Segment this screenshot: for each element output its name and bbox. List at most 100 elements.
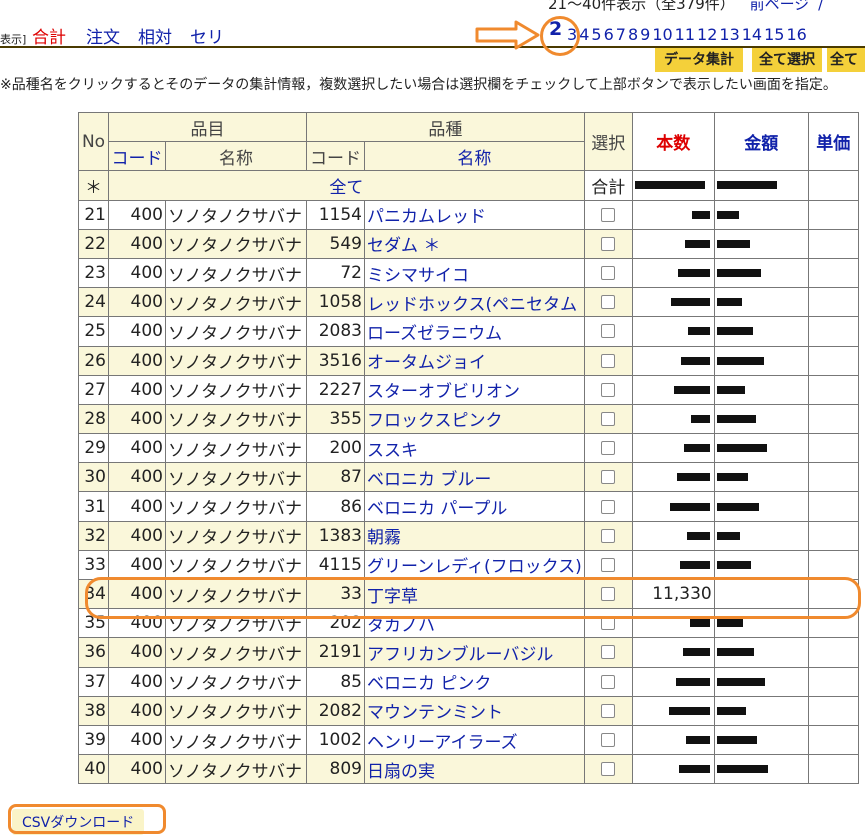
qty-cell (631, 724, 715, 756)
variety-name-link[interactable]: 日扇の実 (364, 754, 585, 785)
variety-name-link[interactable]: ベロニカ ピンク (364, 666, 585, 697)
select-cell (583, 491, 633, 522)
variety-name-link[interactable]: グリーンレディ(フロックス) (364, 549, 585, 581)
item-name-header: 名称 (165, 141, 307, 172)
redacted-block (716, 736, 757, 745)
data-aggregate-button[interactable]: データ集計 (655, 48, 743, 72)
page-link-4[interactable]: 4 (579, 25, 589, 44)
all-row: ＊ 全て 合計 (78, 170, 859, 201)
variety-name-link[interactable]: マウンテンミント (364, 695, 585, 726)
variety-name-link[interactable]: オータムジョイ (364, 345, 585, 376)
item-name: ソノタノクサバナ (165, 462, 307, 493)
page-link-13[interactable]: 13 (719, 25, 739, 44)
mode-total-link[interactable]: 合計 (32, 23, 66, 48)
select-checkbox[interactable] (601, 557, 616, 572)
variety-name-link[interactable]: セダム ＊ (364, 228, 585, 259)
variety-name-link[interactable]: ススキ (364, 433, 585, 464)
page-link-11[interactable]: 11 (675, 25, 695, 44)
variety-name-link[interactable]: ベロニカ パープル (364, 491, 585, 522)
item-code: 400 (108, 549, 166, 581)
select-checkbox[interactable] (601, 645, 616, 660)
col-amount-header[interactable]: 金額 (713, 111, 809, 172)
display-mode-bar: 表示] 合計 注文 相対 セリ 2 3 4 5 6 7 8 9 10 11 12 13 14 15 16 (0, 18, 865, 48)
amount-cell (713, 637, 809, 668)
select-checkbox[interactable] (601, 295, 616, 310)
variety-code: 1058 (306, 287, 365, 318)
amount-cell (713, 549, 809, 581)
mode-order-link[interactable]: 注文 (86, 23, 120, 48)
variety-name-link[interactable]: アフリカンブルーバジル (364, 637, 585, 668)
variety-code: 2082 (306, 695, 365, 726)
amount-cell (713, 374, 809, 405)
variety-name-link[interactable]: ローズゼラニウム (364, 316, 585, 347)
select-checkbox[interactable] (601, 470, 616, 485)
item-code: 400 (108, 199, 166, 230)
row-no: 27 (78, 374, 109, 405)
redacted-block (716, 385, 745, 394)
select-checkbox[interactable] (601, 441, 616, 456)
prev-page-link[interactable]: 前ページ (750, 0, 810, 13)
table-row: 28 400 ソノタノクサバナ 355 フロックスピンク (78, 403, 859, 435)
select-cell (583, 520, 633, 551)
select-checkbox[interactable] (601, 207, 616, 222)
amount-cell (713, 287, 809, 318)
item-code-header[interactable]: コード (108, 141, 166, 172)
page-link-5[interactable]: 5 (591, 25, 601, 44)
range-text: 21～40件表示（全379件） (548, 0, 735, 13)
select-checkbox[interactable] (601, 353, 616, 368)
redacted-block (680, 356, 710, 365)
mode-auction-link[interactable]: セリ (190, 23, 224, 48)
unit-price-cell (807, 199, 859, 230)
page-link-12[interactable]: 12 (697, 25, 717, 44)
variety-name-header[interactable]: 名称 (364, 141, 585, 172)
variety-name-link[interactable]: ミシマサイコ (364, 257, 585, 289)
select-checkbox[interactable] (601, 266, 616, 281)
page-link-6[interactable]: 6 (604, 25, 614, 44)
all-varieties-link[interactable]: 全て (108, 170, 585, 201)
select-checkbox[interactable] (601, 674, 616, 689)
select-checkbox[interactable] (601, 411, 616, 426)
page-link-16[interactable]: 16 (786, 25, 806, 44)
page-link-8[interactable]: 8 (628, 25, 638, 44)
variety-name-link[interactable]: パニカムレッド (364, 199, 585, 230)
page-link-7[interactable]: 7 (616, 25, 626, 44)
page-link-10[interactable]: 10 (652, 25, 672, 44)
page-link-14[interactable]: 14 (742, 25, 762, 44)
select-checkbox[interactable] (601, 236, 616, 251)
variety-name-link[interactable]: レッドホックス(ペニセタム (364, 287, 585, 318)
unit-price-cell (807, 520, 859, 551)
item-code: 400 (108, 257, 166, 289)
page-link-15[interactable]: 15 (764, 25, 784, 44)
col-qty-header[interactable]: 本数 (631, 111, 715, 172)
page-link-9[interactable]: 9 (640, 25, 650, 44)
variety-name-link[interactable]: フロックスピンク (364, 403, 585, 435)
item-code: 400 (108, 724, 166, 756)
select-checkbox[interactable] (601, 703, 616, 718)
select-checkbox[interactable] (601, 733, 616, 748)
item-name: ソノタノクサバナ (165, 637, 307, 668)
variety-name-link[interactable]: ベロニカ ブルー (364, 462, 585, 493)
variety-name-link[interactable]: スターオブビリオン (364, 374, 585, 405)
select-checkbox[interactable] (601, 528, 616, 543)
select-checkbox[interactable] (601, 382, 616, 397)
variety-name-link[interactable]: 朝霧 (364, 520, 585, 551)
mode-relative-link[interactable]: 相対 (138, 23, 172, 48)
select-cell (583, 724, 633, 756)
amount-cell (713, 724, 809, 756)
redacted-block (669, 502, 710, 511)
result-range-text: 21～40件表示（全379件） 前ページ / (548, 0, 823, 14)
select-all-button[interactable]: 全て選択 (752, 48, 822, 72)
select-cell (583, 754, 633, 785)
col-unit-header[interactable]: 単価 (807, 111, 859, 172)
table-row: 32 400 ソノタノクサバナ 1383 朝霧 (78, 520, 859, 551)
select-checkbox[interactable] (601, 762, 616, 777)
variety-name-link[interactable]: ヘンリーアイラーズ (364, 724, 585, 756)
select-all-button-2[interactable]: 全て (827, 48, 865, 72)
select-checkbox[interactable] (601, 499, 616, 514)
redacted-block (675, 677, 710, 686)
unit-price-cell (807, 345, 859, 376)
qty-cell (631, 491, 715, 522)
row-no: 39 (78, 724, 109, 756)
redacted-block (716, 414, 756, 423)
select-checkbox[interactable] (601, 324, 616, 339)
